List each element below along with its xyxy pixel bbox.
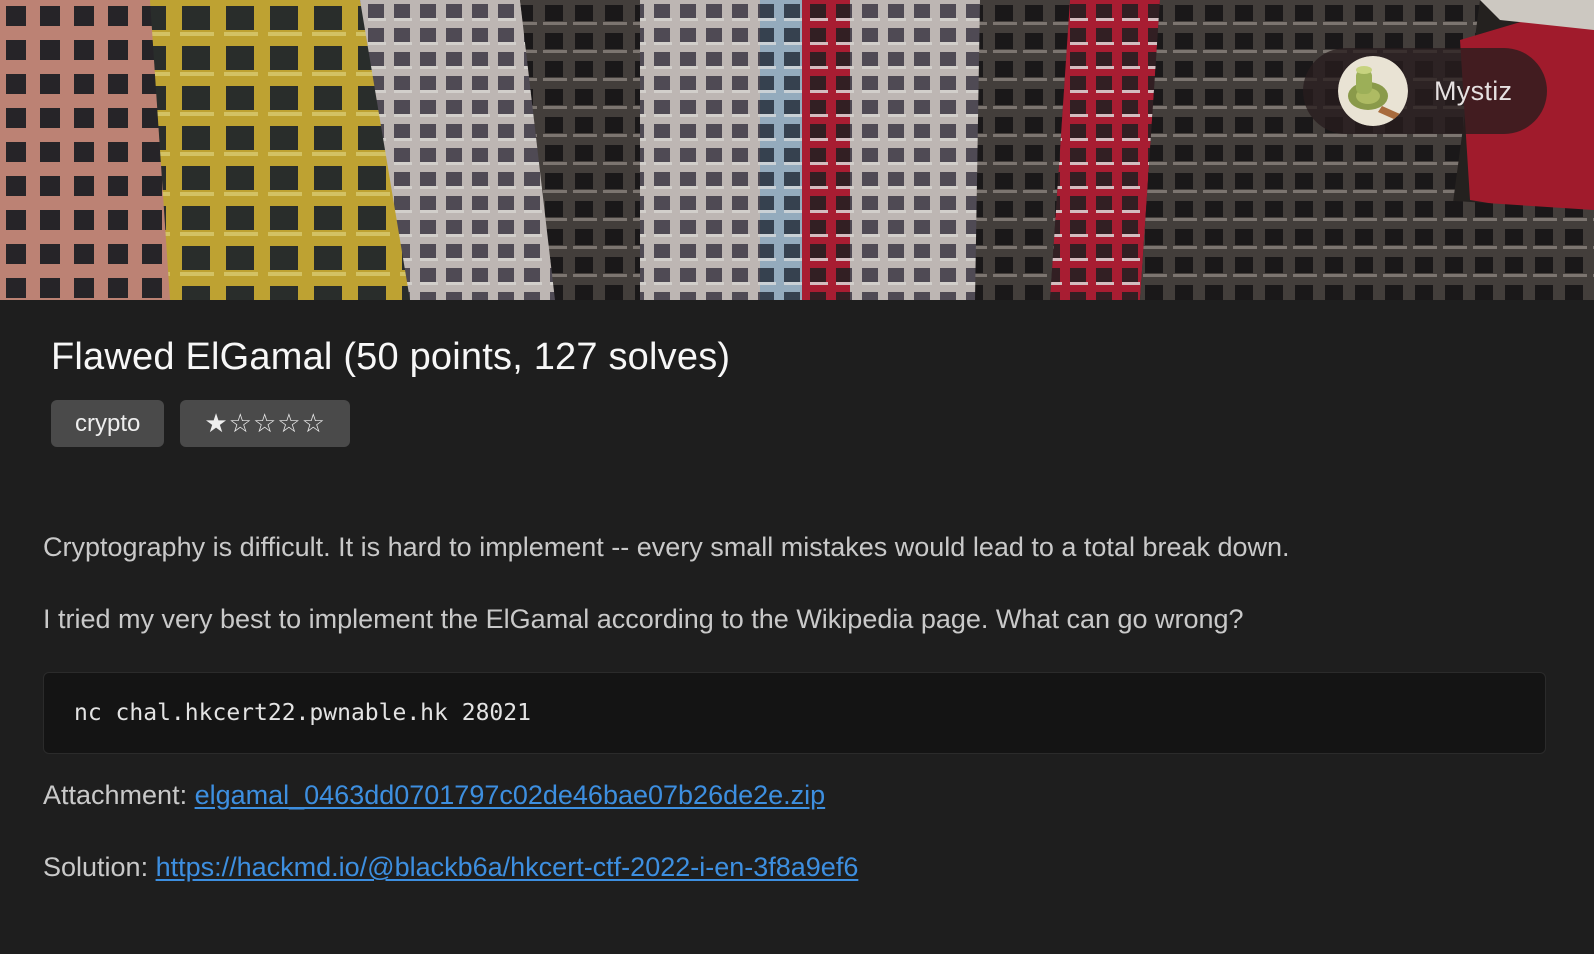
category-tag[interactable]: crypto	[51, 400, 165, 447]
solution-line: Solution: https://hackmd.io/@blackb6a/hk…	[43, 852, 858, 883]
attachment-label: Attachment:	[43, 780, 195, 810]
solution-link[interactable]: https://hackmd.io/@blackb6a/hkcert-ctf-2…	[156, 852, 859, 882]
connection-command[interactable]: nc chal.hkcert22.pwnable.hk 28021	[43, 672, 1546, 754]
description-paragraph: Cryptography is difficult. It is hard to…	[43, 532, 1290, 562]
banner-image: Mystiz	[0, 0, 1594, 300]
avatar-thread-spool-icon	[1338, 56, 1408, 126]
solution-label: Solution:	[43, 852, 156, 882]
attachment-link[interactable]: elgamal_0463dd0701797c02de46bae07b26de2e…	[195, 780, 826, 810]
author-badge[interactable]: Mystiz	[1303, 48, 1547, 134]
tag-list: crypto ★☆☆☆☆	[51, 400, 350, 447]
page-title: Flawed ElGamal (50 points, 127 solves)	[51, 336, 731, 378]
author-name: Mystiz	[1434, 75, 1513, 106]
description-paragraph: I tried my very best to implement the El…	[43, 604, 1244, 634]
attachment-line: Attachment: elgamal_0463dd0701797c02de46…	[43, 780, 825, 811]
difficulty-stars: ★☆☆☆☆	[180, 400, 350, 447]
challenge-page: Mystiz Flawed ElGamal (50 points, 127 so…	[0, 0, 1594, 954]
